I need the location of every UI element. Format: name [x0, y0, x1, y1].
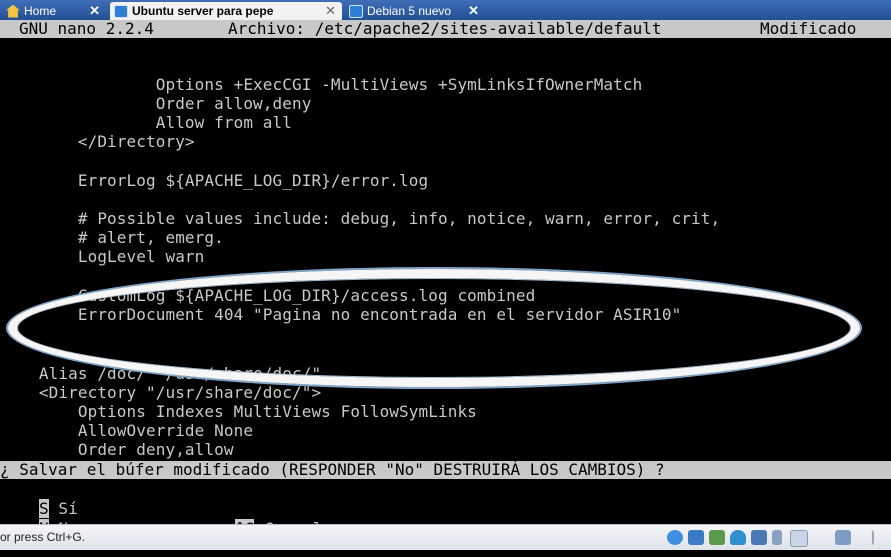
network-icon[interactable]: [709, 530, 725, 545]
tab-ubuntu-server[interactable]: Ubuntu server para pepe ✕: [110, 2, 342, 20]
save-prompt: ¿ Salvar el búfer modificado (RESPONDER …: [0, 461, 891, 479]
editor-line: AllowOverride None: [0, 421, 254, 440]
nano-version: GNU nano 2.2.4: [19, 19, 154, 38]
editor-line: # alert, emerg.: [0, 228, 224, 247]
resize-grip-icon[interactable]: [862, 530, 874, 545]
close-icon[interactable]: ✕: [468, 3, 479, 19]
vm-icon: [349, 4, 363, 18]
tab-label: Debian 5 nuevo: [367, 4, 452, 18]
text-cursor: [674, 477, 684, 479]
editor-line: CustomLog ${APACHE_LOG_DIR}/access.log c…: [0, 286, 536, 305]
tab-label: Home: [24, 4, 57, 18]
nano-status: Modificado: [760, 19, 857, 38]
close-icon[interactable]: ✕: [325, 3, 336, 19]
vm-icon: [114, 4, 128, 18]
close-icon[interactable]: ✕: [89, 3, 100, 19]
editor-line: ErrorLog ${APACHE_LOG_DIR}/error.log: [0, 171, 429, 190]
editor-line: LogLevel warn: [0, 247, 205, 266]
capture-icon[interactable]: [835, 530, 851, 545]
option-cancel[interactable]: ^C Cancelar: [196, 500, 342, 538]
editor-line: Options Indexes MultiViews FollowSymLink…: [0, 402, 477, 421]
option-yes[interactable]: S Sí: [0, 480, 78, 518]
status-text: or press Ctrl+G.: [0, 530, 86, 544]
memory-icon[interactable]: [772, 530, 782, 545]
tab-debian[interactable]: Debian 5 nuevo ✕: [345, 2, 485, 20]
editor-line: Allow from all: [0, 113, 292, 132]
nano-file: Archivo: /etc/apache2/sites-available/de…: [228, 19, 662, 38]
cd-drive-icon[interactable]: [667, 530, 683, 545]
prompt-text: ¿ Salvar el búfer modificado (RESPONDER …: [0, 460, 675, 479]
tab-label: Ubuntu server para pepe: [132, 4, 274, 18]
tab-home[interactable]: Home ✕: [2, 2, 106, 20]
editor-line: </Directory>: [0, 132, 195, 151]
tab-strip: Home ✕ Ubuntu server para pepe ✕ Debian …: [0, 0, 891, 20]
editor-line: <Directory "/usr/share/doc/">: [0, 383, 322, 402]
editor-line: # Possible values include: debug, info, …: [0, 209, 721, 228]
usb-icon[interactable]: [730, 530, 746, 545]
editor-line: Order allow,deny: [0, 94, 312, 113]
terminal-screen[interactable]: GNU nano 2.2.4 Archivo: /etc/apache2/sit…: [0, 20, 891, 538]
nano-title-bar: GNU nano 2.2.4 Archivo: /etc/apache2/sit…: [0, 20, 891, 38]
status-bar: or press Ctrl+G.: [0, 524, 891, 550]
editor-line: ErrorDocument 404 "Pagina no encontrada …: [0, 305, 682, 324]
editor-line: Options +ExecCGI -MultiViews +SymLinksIf…: [0, 75, 643, 94]
display-icon[interactable]: [790, 530, 808, 547]
editor-line: Order deny,allow: [0, 440, 234, 459]
shared-folders-icon[interactable]: [751, 530, 767, 545]
editor-line: Alias /doc/ "/usr/share/doc/": [0, 364, 322, 383]
hard-disk-icon[interactable]: [688, 530, 704, 545]
home-icon: [6, 4, 20, 18]
option-no[interactable]: N No: [0, 500, 78, 538]
